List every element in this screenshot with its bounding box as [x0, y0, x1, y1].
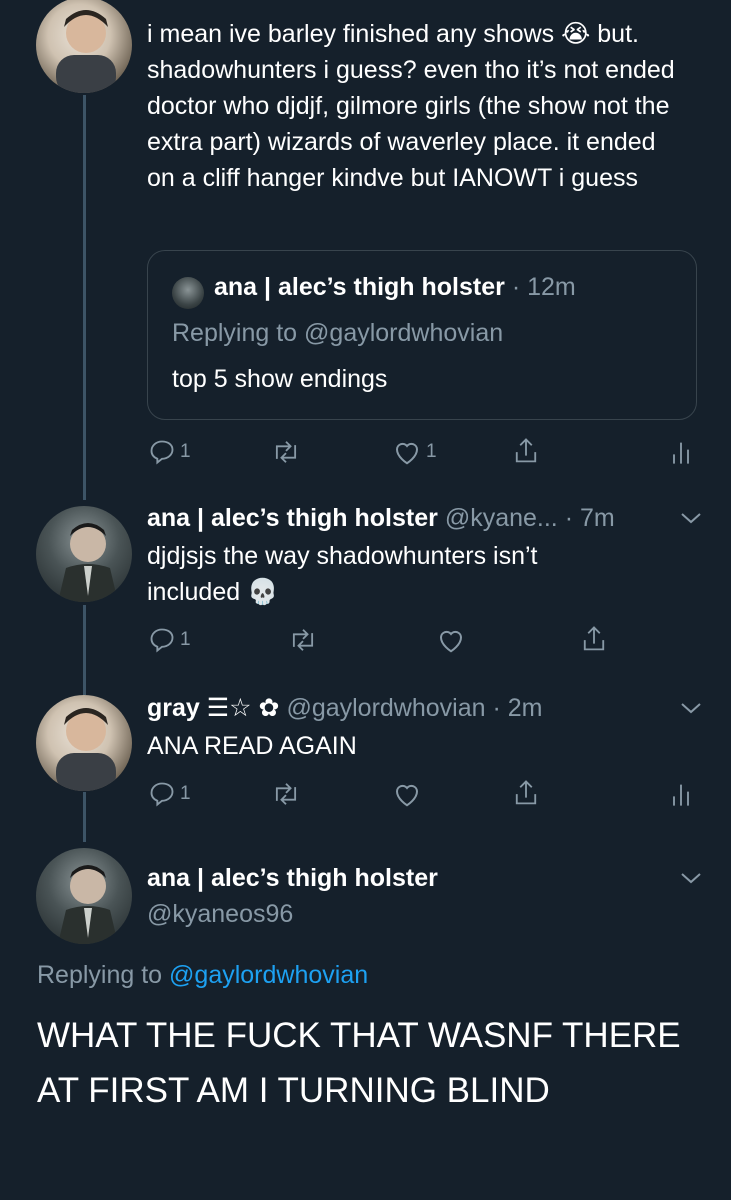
share-icon	[583, 626, 605, 651]
replying-prefix: Replying to	[37, 961, 163, 989]
heart-icon	[395, 784, 419, 807]
tweet-header: gray ☰☆ ✿ @gaylordwhovian · 2m	[147, 690, 543, 726]
retweet-icon	[275, 783, 297, 805]
retweet-icon	[275, 441, 297, 463]
like-button[interactable]	[392, 780, 422, 808]
avatar[interactable]	[36, 506, 132, 602]
quote-avatar	[172, 277, 204, 309]
like-button[interactable]: 1	[392, 438, 437, 466]
author-name[interactable]: ana | alec’s thigh holster	[147, 504, 438, 532]
avatar-ana-image	[58, 523, 118, 602]
reply-icon	[150, 440, 174, 465]
like-count: 1	[426, 441, 437, 462]
reply-button[interactable]: 1	[148, 438, 191, 466]
thread-line	[83, 95, 86, 500]
replying-handle-link[interactable]: @gaylordwhovian	[169, 961, 368, 989]
avatar-gray-image	[56, 708, 116, 791]
main-tweet-text: WHAT THE FUCK THAT WASNF THERE AT FIRST …	[37, 1016, 681, 1110]
quote-text: top 5 show endings	[172, 365, 388, 393]
thread-line	[83, 792, 86, 842]
author-handle[interactable]: @gaylordwhovian	[286, 694, 485, 722]
replying-handle: @gaylordwhovian	[304, 319, 504, 347]
share-icon	[515, 780, 537, 805]
chevron-down-icon[interactable]	[678, 869, 704, 887]
tweet-text: ANA READ AGAIN	[147, 732, 357, 760]
reply-button[interactable]: 1	[148, 780, 191, 808]
heart-icon	[439, 630, 463, 653]
like-button[interactable]	[436, 626, 466, 654]
chevron-down-icon[interactable]	[678, 509, 704, 527]
avatar[interactable]	[36, 0, 132, 93]
reply-icon	[150, 782, 174, 807]
analytics-button[interactable]	[670, 780, 692, 808]
separator-dot: ·	[485, 694, 508, 722]
author-handle[interactable]: @kyaneos96	[147, 896, 293, 932]
reply-count: 1	[180, 629, 191, 650]
quoted-tweet[interactable]: ana | alec’s thigh holster · 12m Replyin…	[147, 250, 697, 420]
quote-replying-to: Replying to @gaylordwhovian	[172, 319, 503, 348]
tweet-text: i mean ive barley finished any shows 😭 b…	[147, 20, 675, 192]
tweet-time: 2m	[507, 694, 543, 722]
tweet-header: ana | alec’s thigh holster @kyane... · 7…	[147, 500, 615, 536]
quote-time: 12m	[527, 273, 576, 301]
avatar-gray-image	[56, 10, 116, 93]
tweet-time: 7m	[579, 504, 615, 532]
reply-button[interactable]: 1	[148, 626, 191, 654]
retweet-button[interactable]	[270, 438, 302, 466]
share-icon	[515, 438, 537, 463]
author-name[interactable]: ana | alec’s thigh holster	[147, 860, 438, 896]
replying-to: Replying to @gaylordwhovian	[37, 957, 368, 993]
quote-author-name: ana | alec’s thigh holster	[214, 273, 505, 301]
share-button[interactable]	[512, 778, 540, 808]
reply-count: 1	[180, 783, 191, 804]
author-name[interactable]: gray ☰☆ ✿	[147, 694, 279, 722]
thread-line	[83, 605, 86, 695]
share-button[interactable]	[580, 624, 608, 654]
analytics-icon	[673, 442, 689, 464]
retweet-button[interactable]	[287, 626, 319, 654]
retweet-button[interactable]	[270, 780, 302, 808]
retweet-icon	[292, 629, 314, 651]
analytics-icon	[673, 784, 689, 806]
reply-icon	[150, 628, 174, 653]
replying-prefix: Replying to	[172, 319, 298, 347]
separator-dot: ·	[504, 273, 528, 301]
heart-icon	[395, 442, 419, 465]
tweet-text: djdjsjs the way shadowhunters isn’t incl…	[147, 542, 538, 606]
analytics-button[interactable]	[670, 438, 692, 466]
author-handle[interactable]: @kyane...	[445, 504, 558, 532]
quote-header: ana | alec’s thigh holster · 12m	[214, 273, 576, 302]
avatar[interactable]	[36, 695, 132, 791]
avatar[interactable]	[36, 848, 132, 944]
separator-dot: ·	[557, 504, 580, 532]
share-button[interactable]	[512, 436, 540, 466]
chevron-down-icon[interactable]	[678, 699, 704, 717]
avatar-ana-image	[58, 865, 118, 944]
reply-count: 1	[180, 441, 191, 462]
